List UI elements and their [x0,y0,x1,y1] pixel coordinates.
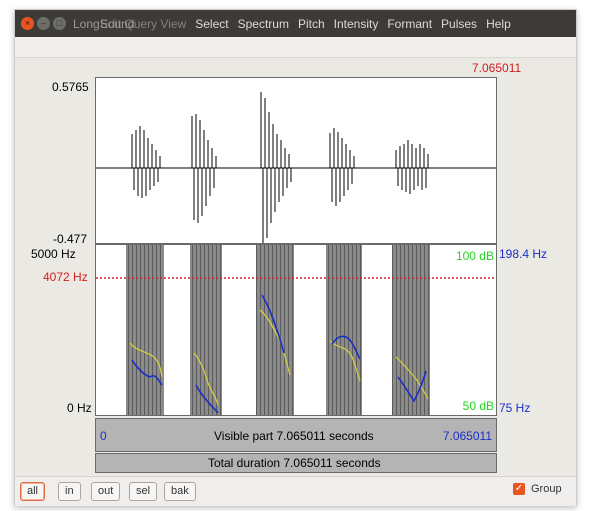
menu-select[interactable]: Select [195,17,228,31]
minimize-window-icon[interactable]: – [37,17,50,30]
visible-end-time: 7.065011 [442,429,492,443]
group-toggle[interactable]: ✓ Group [513,483,562,495]
spectrogram-panel[interactable]: 100 dB 50 dB [95,244,497,416]
spectrogram-top-freq: 5000 Hz [31,247,76,261]
intensity-bottom-label: 50 dB [462,399,494,413]
waveform-end-time: 7.065011 [472,61,522,75]
check-icon: ✓ [513,483,525,495]
visible-start-time: 0 [100,429,107,443]
menu-spectrum[interactable]: Spectrum [238,17,289,31]
bottom-toolbar: all in out sel bak ✓ Group [15,476,576,506]
menu-formant[interactable]: Formant [387,17,432,31]
spectrogram-bottom-freq: 0 Hz [67,401,92,415]
title-bar: × – □ LongSound Edit Query View Select S… [15,10,576,37]
waveform-min-label: -0.477 [53,232,88,246]
total-duration-bar[interactable]: Total duration 7.065011 seconds [95,453,497,473]
waveform-plot [96,92,496,243]
close-window-icon[interactable]: × [21,17,34,30]
menu-ghost-overlap: Edit Query View [100,16,187,31]
menu-intensity[interactable]: Intensity [334,17,379,31]
zoom-all-button[interactable]: all [20,482,46,501]
intensity-top-label: 100 dB [455,249,494,263]
pitch-bottom-label: 75 Hz [499,401,531,415]
spectrogram-cursor-freq: 4072 Hz [43,270,88,284]
waveform-max-label: 0.5765 [52,80,89,94]
menu-help[interactable]: Help [486,17,511,31]
waveform-panel[interactable] [95,77,497,244]
editor-top-strip [15,37,576,58]
zoom-selection-button[interactable]: sel [129,482,158,501]
spectrogram-bands [126,245,430,415]
spectrogram-plot [96,245,496,415]
group-label: Group [531,483,562,495]
visible-part-bar[interactable]: 0 Visible part 7.065011 seconds 7.065011 [95,418,497,452]
zoom-out-button[interactable]: out [91,482,121,501]
total-duration-text: Total duration 7.065011 seconds [208,456,381,470]
visible-part-text: Visible part 7.065011 seconds [214,429,374,443]
zoom-back-button[interactable]: bak [164,482,196,501]
pitch-top-label: 198.4 Hz [499,247,548,261]
menu-bar: LongSound Edit Query View Select Spectru… [73,10,520,37]
menu-pitch[interactable]: Pitch [298,17,325,31]
maximize-window-icon[interactable]: □ [53,17,66,30]
zoom-in-button[interactable]: in [58,482,81,501]
menu-pulses[interactable]: Pulses [441,17,477,31]
praat-window: × – □ LongSound Edit Query View Select S… [14,9,577,506]
